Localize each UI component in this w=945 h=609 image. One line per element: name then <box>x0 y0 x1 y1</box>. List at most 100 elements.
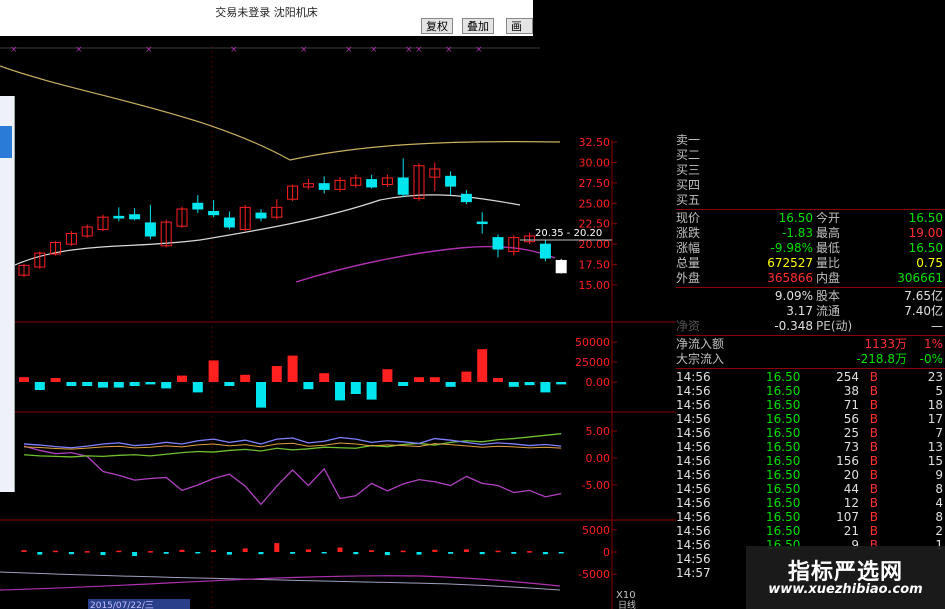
left-side-panel[interactable] <box>0 96 15 492</box>
tick-volume: 12 <box>843 496 859 510</box>
volume-bar <box>477 349 488 382</box>
volume-bar <box>271 366 282 382</box>
tick-count: 8 <box>935 482 943 496</box>
flow-label: 大宗流入 <box>676 352 725 366</box>
bottom-bar <box>37 552 43 555</box>
kline-chart[interactable]: × × × × × × × × × × ×32.5030.0027.5025.0022.5020.0… <box>0 36 676 609</box>
ma-yellow-line <box>0 65 561 161</box>
bottom-bar <box>353 552 359 555</box>
candle-body <box>223 217 235 228</box>
indicator-line-cyan <box>23 436 562 449</box>
tick-time: 14:56 <box>676 538 711 552</box>
field-label: 总量 <box>676 256 701 270</box>
volume-bar <box>445 382 456 387</box>
bottom-bar <box>542 552 548 555</box>
tick-side: B <box>869 440 878 454</box>
volume-bar <box>382 369 393 382</box>
order-book-label: 买二 <box>676 148 701 162</box>
bottom-bar <box>321 552 327 554</box>
price-tick-label: 27.50 <box>579 177 611 190</box>
volume-tick-label: 0.00 <box>586 376 611 389</box>
volume-tick-label: 50000 <box>575 336 610 349</box>
field-label: 最高 <box>816 226 841 240</box>
tick-volume: 20 <box>843 468 859 482</box>
volume-bar <box>129 382 140 386</box>
order-book-row: 买四 <box>676 178 945 193</box>
candle-body <box>192 202 204 210</box>
bottom-bar <box>337 547 343 552</box>
bottom-bar <box>463 549 469 552</box>
tick-time: 14:56 <box>676 370 711 384</box>
quote-separator <box>676 287 945 288</box>
volume-bar <box>366 382 377 400</box>
candle-body <box>492 237 504 250</box>
volume-bar <box>82 382 93 386</box>
tick-count: 18 <box>927 398 943 412</box>
volume-bar <box>192 382 203 393</box>
field-value: 7.65亿 <box>904 289 943 303</box>
tick-side: B <box>869 524 878 538</box>
tick-count: 4 <box>935 496 943 510</box>
tick-time: 14:56 <box>676 384 711 398</box>
field-label: 今开 <box>816 211 841 225</box>
volume-bar <box>540 382 551 393</box>
order-book-separator <box>676 209 945 210</box>
tick-price: 16.50 <box>766 440 801 454</box>
window-title: 交易未登录 沈阳机床 <box>215 6 318 19</box>
field-label: 内盘 <box>816 271 841 285</box>
price-tick-label: 30.00 <box>579 156 611 169</box>
top-event-marker: × <box>145 45 153 55</box>
volume-bar <box>145 382 156 385</box>
price-tick-label: 15.00 <box>579 279 611 292</box>
fuquan-button[interactable]: 复权 <box>421 18 453 34</box>
bottom-bar <box>258 552 264 555</box>
top-event-marker: × <box>445 45 453 55</box>
date-label: 2015/07/22/三 <box>90 601 154 609</box>
candle-body <box>539 243 551 259</box>
quote-extra-row: 9.09% 股本 7.65亿 <box>676 289 945 304</box>
quote-field-row: 涨幅 -9.98% 最低 16.50 <box>676 241 945 256</box>
tick-time: 14:56 <box>676 412 711 426</box>
bottom-bar <box>432 549 438 552</box>
fund-flow-row: 净流入额 1133万 1% <box>676 337 945 352</box>
tick-time: 14:56 <box>676 482 711 496</box>
volume-bar <box>66 382 77 386</box>
tick-time: 14:56 <box>676 398 711 412</box>
tick-count: 7 <box>935 426 943 440</box>
tick-price: 16.50 <box>766 468 801 482</box>
candle-body <box>555 259 567 274</box>
field-value: -1.83 <box>781 226 813 240</box>
flow-label: 净流入额 <box>676 337 725 351</box>
tick-side: B <box>869 496 878 510</box>
order-book-row: 买三 <box>676 163 945 178</box>
side-panel-selected-item[interactable] <box>0 126 12 158</box>
tick-side: B <box>869 412 878 426</box>
volume-bar <box>208 360 219 382</box>
volume-bar <box>177 375 187 382</box>
bottom-bar <box>68 552 74 555</box>
bottom-bar <box>369 550 375 552</box>
field-value: — <box>931 319 943 333</box>
tick-side: B <box>869 426 878 440</box>
draw-line-button[interactable]: 画线 <box>506 18 533 49</box>
bottom-bar <box>147 551 153 553</box>
price-tick-label: 25.00 <box>579 197 611 210</box>
tick-count: 15 <box>927 454 943 468</box>
overlay-button[interactable]: 叠加 <box>462 18 494 34</box>
order-book-row: 买二 <box>676 148 945 163</box>
quote-field-row: 涨跌 -1.83 最高 19.00 <box>676 226 945 241</box>
bottom-bar <box>527 551 533 553</box>
top-event-marker: × <box>75 45 83 55</box>
volume-bar <box>335 382 345 401</box>
quote-field-row: 现价 16.50 今开 16.50 <box>676 211 945 226</box>
candle-body <box>113 215 125 219</box>
indicator-line-purple <box>23 445 562 506</box>
ma-white-line <box>0 194 521 273</box>
volume-bar <box>556 382 567 385</box>
tick-volume: 44 <box>843 482 859 496</box>
volume-tick-label: 25000 <box>575 356 610 369</box>
volume-bar <box>34 382 45 390</box>
top-event-marker: × <box>230 45 238 55</box>
indicator-tick-label: -5.00 <box>582 479 610 492</box>
tick-count: 23 <box>927 370 943 384</box>
